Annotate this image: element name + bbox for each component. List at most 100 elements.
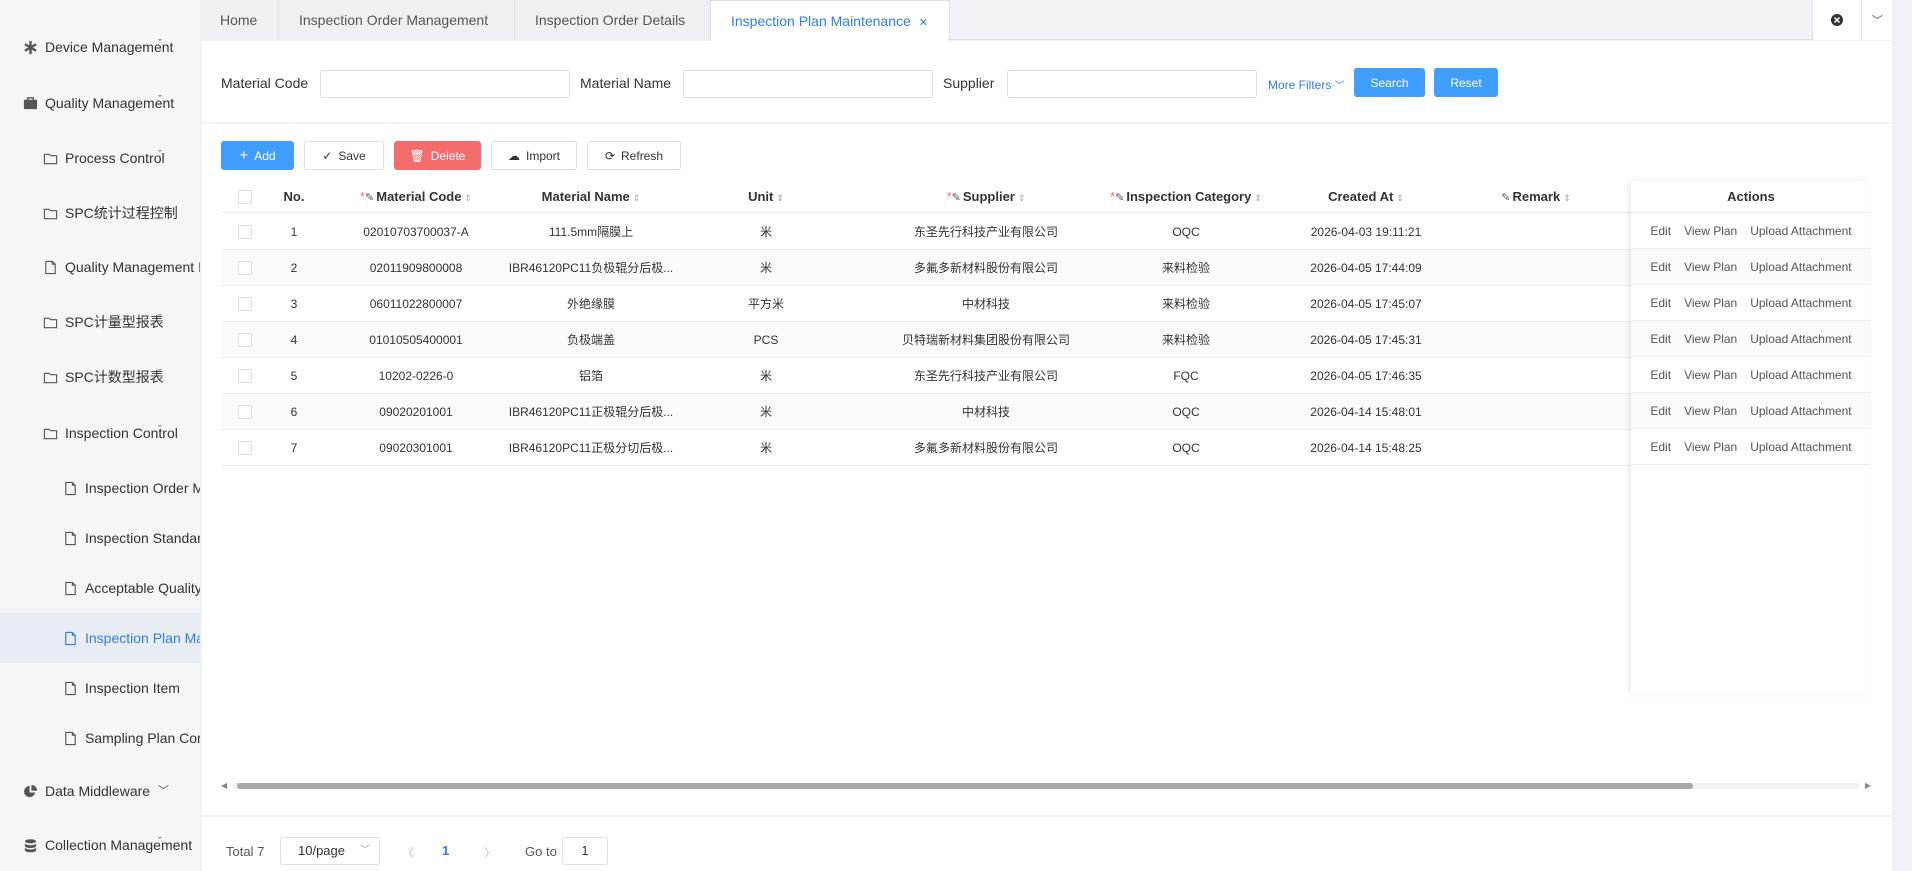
select-all-checkbox[interactable] [238, 190, 252, 204]
row-checkbox[interactable] [238, 333, 252, 347]
table-row[interactable]: 1 02010703700037-A 111.5mm隔膜上 米 东圣先行科技产业有限公司… [221, 214, 1871, 250]
row-checkbox[interactable] [238, 405, 252, 419]
sidebar-item[interactable]: Acceptable Quality [0, 563, 200, 613]
sidebar-item[interactable]: Inspection Plan Ma [0, 613, 200, 663]
search-button[interactable]: Search [1354, 68, 1425, 97]
upload-attachment-link[interactable]: Upload Attachment [1750, 357, 1851, 392]
sidebar-item[interactable]: Collection Management ˇ [0, 820, 200, 870]
table-row[interactable]: 4 01010505400001 负极端盖 PCS 贝特瑞新材料集团股份有限公司 来料检验… [221, 322, 1871, 358]
column-header-inspection-category[interactable]: *✎ Inspection Category ⇕ [1091, 181, 1281, 213]
tab-inspection-order-management[interactable]: Inspection Order Management [279, 0, 515, 40]
tab-inspection-plan-maintenance[interactable]: Inspection Plan Maintenance ✕ [710, 0, 950, 41]
edit-link[interactable]: Edit [1650, 213, 1671, 248]
more-filters-link[interactable]: More Filters ﹀ [1268, 77, 1345, 92]
column-header-supplier[interactable]: *✎ Supplier ⇕ [881, 181, 1091, 213]
sidebar-item[interactable]: Inspection Control ˇ [0, 408, 200, 458]
sort-icon[interactable]: ⇕ [1396, 193, 1404, 203]
edit-link[interactable]: Edit [1650, 321, 1671, 356]
upload-attachment-link[interactable]: Upload Attachment [1750, 393, 1851, 428]
tab-inspection-order-details[interactable]: Inspection Order Details [515, 0, 711, 40]
sidebar-item[interactable]: Sampling Plan Con [0, 713, 200, 763]
material-code-input[interactable] [320, 70, 570, 98]
main-panel: + Add ✓ Save 🗑 Delete ☁ Import ⟳ Refresh No. … [202, 124, 1892, 815]
goto-page-input[interactable]: 1 [562, 837, 608, 865]
sort-icon[interactable]: ⇕ [464, 193, 472, 203]
sidebar-item[interactable]: Quality Management ˇ [0, 78, 200, 128]
page-number[interactable]: 1 [442, 843, 449, 858]
cell-supplier: 多氟多新材料股份有限公司 [913, 261, 1058, 275]
add-button[interactable]: + Add [221, 141, 294, 170]
row-checkbox[interactable] [238, 369, 252, 383]
material-name-input[interactable] [683, 70, 933, 98]
edit-link[interactable]: Edit [1650, 285, 1671, 320]
view-plan-link[interactable]: View Plan [1684, 429, 1737, 464]
table-row[interactable]: 6 09020201001 IBR46120PC11正极辊分后极... 米 中材科技 OQ… [221, 394, 1871, 430]
edit-icon: ✎ [1501, 192, 1511, 204]
view-plan-link[interactable]: View Plan [1684, 357, 1737, 392]
sidebar-item[interactable]: Device Management ˇ [0, 22, 200, 72]
column-header-remark[interactable]: ✎ Remark ⇕ [1471, 181, 1601, 213]
row-checkbox[interactable] [238, 297, 252, 311]
save-button[interactable]: ✓ Save [304, 141, 384, 170]
scroll-left-icon[interactable]: ◀ [221, 781, 227, 790]
document-icon [42, 259, 58, 275]
sort-icon[interactable]: ⇕ [1254, 193, 1262, 203]
upload-attachment-link[interactable]: Upload Attachment [1750, 285, 1851, 320]
table-row[interactable]: 7 09020301001 IBR46120PC11正极分切后极... 米 多氟多新材料… [221, 430, 1871, 466]
sidebar-item[interactable]: SPC计量型报表 ˇ [0, 297, 200, 347]
sidebar-item[interactable]: Inspection Standar [0, 513, 200, 563]
edit-link[interactable]: Edit [1650, 249, 1671, 284]
row-checkbox[interactable] [238, 225, 252, 239]
scroll-right-icon[interactable]: ▶ [1865, 781, 1871, 790]
tab-label: Home [220, 12, 258, 28]
row-checkbox[interactable] [238, 261, 252, 275]
table-row[interactable]: 3 06011022800007 外绝缘膜 平方米 中材科技 来料检验 2026-04-05… [221, 286, 1871, 322]
row-checkbox[interactable] [238, 441, 252, 455]
view-plan-link[interactable]: View Plan [1684, 249, 1737, 284]
upload-attachment-link[interactable]: Upload Attachment [1750, 429, 1851, 464]
edit-link[interactable]: Edit [1650, 393, 1671, 428]
refresh-button[interactable]: ⟳ Refresh [587, 141, 681, 170]
sidebar-item[interactable]: Data Middleware ﹀ [0, 766, 200, 816]
sort-icon[interactable]: ⇕ [633, 193, 641, 203]
edit-link[interactable]: Edit [1650, 429, 1671, 464]
close-icon[interactable]: ✕ [919, 17, 928, 29]
column-header-material-name[interactable]: Material Name ⇕ [501, 181, 681, 213]
sort-icon[interactable]: ⇕ [1018, 193, 1026, 203]
column-header-material-code[interactable]: *✎ Material Code ⇕ [331, 181, 501, 213]
edit-link[interactable]: Edit [1650, 357, 1671, 392]
close-all-tabs-button[interactable] [1813, 0, 1863, 40]
import-button[interactable]: ☁ Import [491, 141, 577, 170]
horizontal-scrollbar[interactable]: ◀ ▶ [221, 781, 1871, 791]
prev-page-button[interactable]: 〈 [402, 844, 414, 861]
sidebar-item[interactable]: SPC统计过程控制 [0, 188, 200, 238]
view-plan-link[interactable]: View Plan [1684, 393, 1737, 428]
cloud-upload-icon: ☁ [507, 148, 520, 163]
page-size-select[interactable]: 10/page ﹀ [280, 837, 380, 865]
table-row[interactable]: 2 02011909800008 IBR46120PC11负极辊分后极... 米 多氟多… [221, 250, 1871, 286]
view-plan-link[interactable]: View Plan [1684, 321, 1737, 356]
upload-attachment-link[interactable]: Upload Attachment [1750, 249, 1851, 284]
view-plan-link[interactable]: View Plan [1684, 285, 1737, 320]
upload-attachment-link[interactable]: Upload Attachment [1750, 321, 1851, 356]
upload-attachment-link[interactable]: Upload Attachment [1750, 213, 1851, 248]
tab-home[interactable]: Home [200, 0, 279, 40]
sidebar-item[interactable]: SPC计数型报表 ˇ [0, 352, 200, 402]
column-header-created-at[interactable]: Created At ⇕ [1281, 181, 1451, 213]
reset-button[interactable]: Reset [1434, 68, 1498, 97]
sidebar-item[interactable]: Quality Management I [0, 242, 200, 292]
column-header-unit[interactable]: Unit ⇕ [721, 181, 811, 213]
scrollbar-thumb[interactable] [237, 783, 1693, 789]
sort-icon[interactable]: ⇕ [1563, 193, 1571, 203]
delete-button[interactable]: 🗑 Delete [394, 141, 481, 170]
document-icon [62, 630, 78, 646]
supplier-input[interactable] [1007, 70, 1257, 98]
sidebar-item[interactable]: Process Control ˇ [0, 133, 200, 183]
table-row[interactable]: 5 10202-0226-0 铝箔 米 东圣先行科技产业有限公司 FQC 2026-04-0… [221, 358, 1871, 394]
sidebar-item[interactable]: Inspection Item [0, 663, 200, 713]
sort-icon[interactable]: ⇕ [776, 193, 784, 203]
view-plan-link[interactable]: View Plan [1684, 213, 1737, 248]
sidebar-item[interactable]: Inspection Order M [0, 463, 200, 513]
chevron-down-icon[interactable]: ﹀ [1862, 0, 1892, 40]
next-page-button[interactable]: 〉 [484, 844, 496, 861]
